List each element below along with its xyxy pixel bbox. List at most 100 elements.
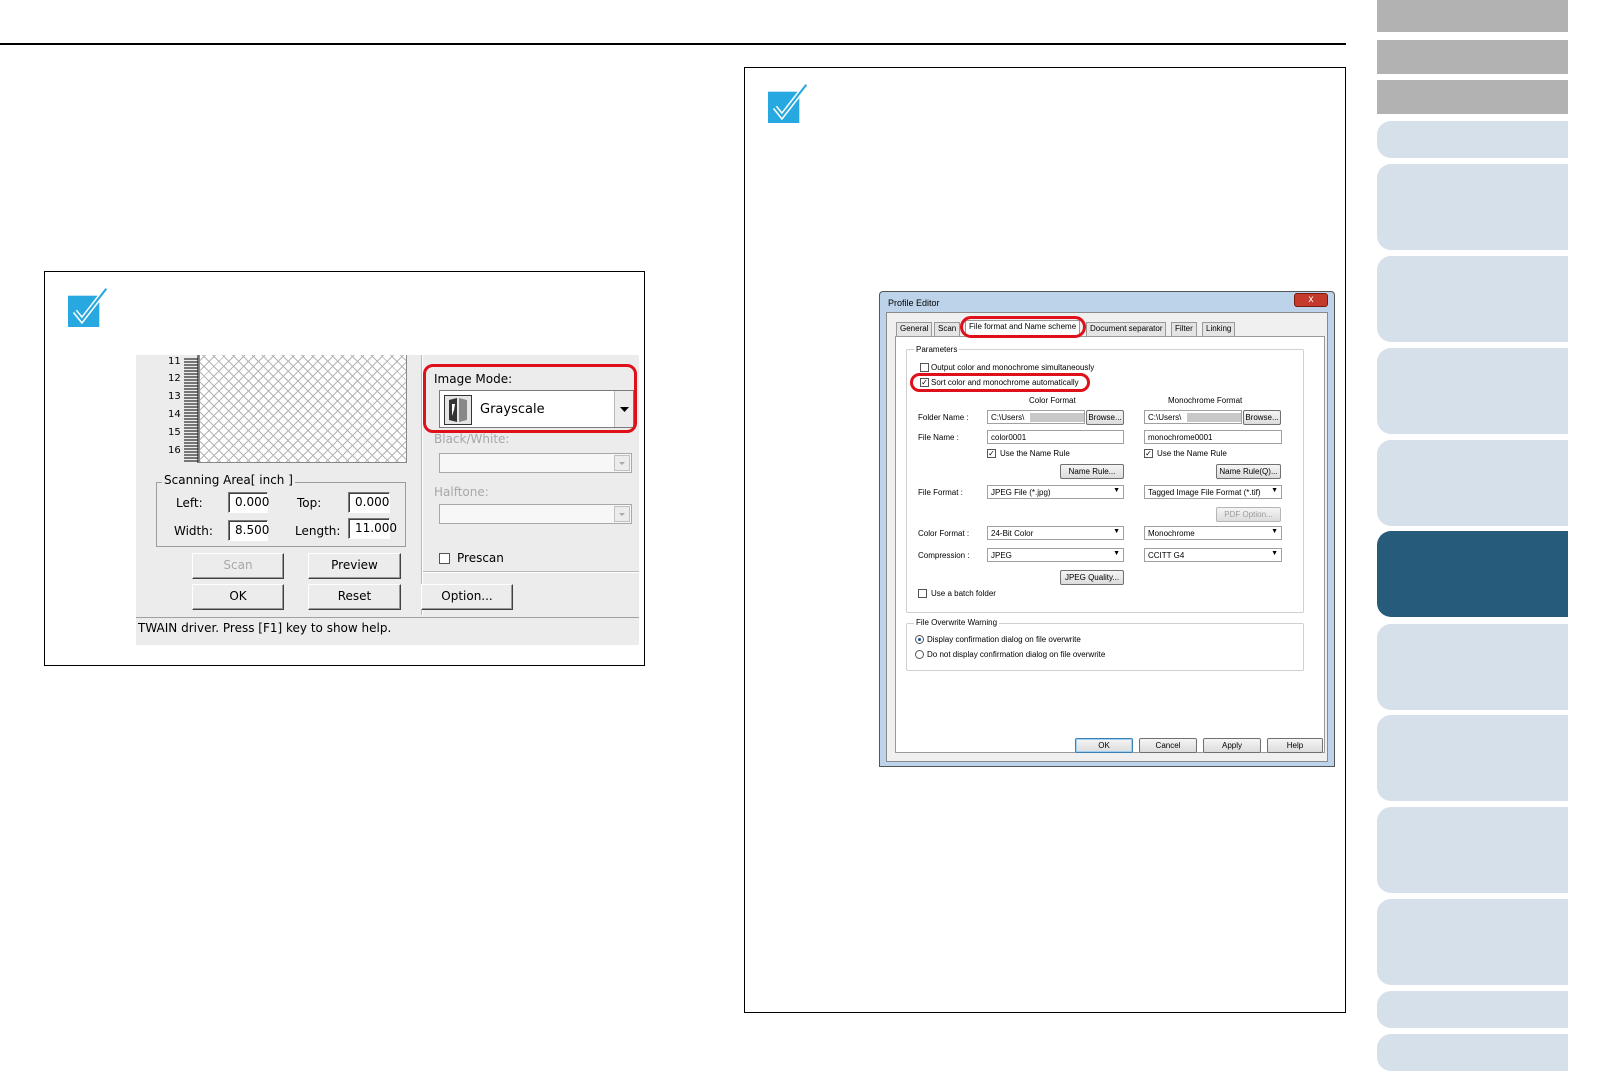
nav-tab-1[interactable] [1377,0,1568,32]
profile-editor-window: Profile Editor x General Scan File forma… [879,291,1335,767]
file-name-color-input[interactable]: color0001 [987,430,1124,444]
color-format-label: Color Format : [918,529,970,538]
width-field[interactable]: 8.500 [228,520,269,541]
use-name-rule-color-checkbox[interactable]: ✓ [987,449,996,458]
length-field[interactable]: 11.000 [348,518,397,539]
name-rule-mono-button[interactable]: Name Rule(Q)... [1216,464,1281,479]
header-rule [0,43,1346,45]
nav-tab-7[interactable] [1377,348,1568,434]
name-rule-color-button[interactable]: Name Rule... [1060,464,1124,479]
folder-color-input[interactable]: C:\Users\ [987,410,1085,424]
nav-tab-6[interactable] [1377,256,1568,342]
tab-general[interactable]: General [896,322,933,336]
window-title: Profile Editor [888,298,940,308]
ruler-number: 11 [168,356,181,367]
chevron-down-icon: ▼ [1113,487,1120,494]
top-field[interactable]: 0.000 [348,492,390,513]
overwrite-no-display-radio[interactable] [915,650,924,659]
cancel-button[interactable]: Cancel [1139,738,1197,753]
compression-mono-select[interactable]: CCITT G4 ▼ [1144,548,1282,562]
nav-tab-10[interactable] [1377,624,1568,710]
use-name-rule-mono-checkbox[interactable]: ✓ [1144,449,1153,458]
ok-button[interactable]: OK [192,584,284,610]
file-format-tab-highlight [960,316,1086,338]
overwrite-title: File Overwrite Warning [914,618,1000,627]
nav-tab-8[interactable] [1377,440,1568,526]
ruler-number: 13 [168,391,181,402]
help-button[interactable]: Help [1267,738,1323,753]
nav-tab-4[interactable] [1377,121,1568,158]
color-format-mono-select[interactable]: Monochrome ▼ [1144,526,1282,540]
overwrite-display-radio[interactable] [915,635,924,644]
apply-button[interactable]: Apply [1203,738,1261,753]
nav-tab-14[interactable] [1377,991,1568,1028]
button-row-divider [423,571,639,573]
ruler-number: 12 [168,373,181,384]
chevron-down-icon [614,506,630,522]
nav-tab-3[interactable] [1377,80,1568,114]
nav-tab-5[interactable] [1377,164,1568,250]
ruler-number: 16 [168,445,181,456]
scan-button[interactable]: Scan [192,553,284,579]
halftone-label: Halftone: [434,485,489,499]
nav-tab-15[interactable] [1377,1034,1568,1071]
ruler-number: 14 [168,409,181,420]
prescan-checkbox[interactable] [439,553,450,564]
chevron-down-icon: ▼ [1271,487,1278,494]
status-bar: TWAIN driver. Press [F1] key to show hel… [136,617,639,639]
option-button[interactable]: Option... [421,584,513,610]
nav-tab-13[interactable] [1377,899,1568,985]
black-white-label: Black/White: [434,432,510,446]
nav-tab-12[interactable] [1377,807,1568,893]
sort-auto-highlight [910,373,1090,392]
batch-folder-checkbox[interactable] [918,589,927,598]
color-format-header: Color Format [1029,396,1076,405]
folder-mono-input[interactable]: C:\Users\ [1144,410,1242,424]
jpeg-quality-button[interactable]: JPEG Quality... [1060,570,1124,585]
use-name-rule-mono-label: Use the Name Rule [1157,449,1227,458]
vertical-ruler: 11 12 13 14 15 16 17 [168,355,199,463]
close-icon[interactable]: x [1294,293,1328,307]
top-label: Top: [297,496,322,510]
overwrite-no-display-label: Do not display confirmation dialog on fi… [927,650,1106,659]
nav-tab-11[interactable] [1377,715,1568,801]
batch-folder-label: Use a batch folder [931,589,996,598]
nav-tab-9-active[interactable] [1377,531,1568,617]
folder-name-label: Folder Name : [918,413,969,422]
prescan-label: Prescan [457,551,504,565]
pdf-option-button[interactable]: PDF Option... [1216,507,1281,522]
overwrite-group [906,623,1304,671]
preview-button[interactable]: Preview [308,553,401,579]
chevron-down-icon: ▼ [1271,550,1278,557]
file-name-label: File Name : [918,433,959,442]
preview-area[interactable] [199,355,407,463]
left-field[interactable]: 0.000 [228,492,269,513]
output-simultaneous-label: Output color and monochrome simultaneous… [931,363,1095,372]
chevron-down-icon: ▼ [1113,528,1120,535]
nav-tab-2[interactable] [1377,40,1568,74]
output-simultaneous-checkbox[interactable] [920,363,929,372]
tab-scan[interactable]: Scan [934,322,961,336]
browse-color-button[interactable]: Browse... [1086,410,1124,425]
color-format-color-select[interactable]: 24-Bit Color ▼ [987,526,1124,540]
reset-button[interactable]: Reset [308,584,401,610]
black-white-select[interactable] [439,453,632,473]
ok-button[interactable]: OK [1075,738,1133,753]
tab-linking[interactable]: Linking [1202,322,1236,336]
checkmark-icon [68,287,109,327]
scanning-area-title: Scanning Area[ inch ] [162,473,295,487]
left-label: Left: [176,496,203,510]
compression-color-select[interactable]: JPEG ▼ [987,548,1124,562]
file-format-mono-select[interactable]: Tagged Image File Format (*.tif) ▼ [1144,485,1282,499]
tab-document-separator[interactable]: Document separator [1086,322,1167,336]
ruler-number: 15 [168,427,181,438]
tab-filter[interactable]: Filter [1171,322,1197,336]
overwrite-display-label: Display confirmation dialog on file over… [927,635,1081,644]
browse-mono-button[interactable]: Browse... [1243,410,1281,425]
chevron-down-icon [614,455,630,471]
compression-label: Compression : [918,551,970,560]
file-name-mono-input[interactable]: monochrome0001 [1144,430,1282,444]
chevron-down-icon: ▼ [1113,550,1120,557]
halftone-select[interactable] [439,504,632,524]
file-format-color-select[interactable]: JPEG File (*.jpg) ▼ [987,485,1124,499]
